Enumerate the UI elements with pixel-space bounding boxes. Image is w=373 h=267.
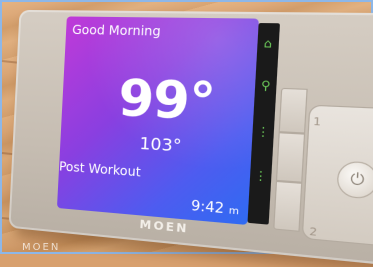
preset-button-middle[interactable] — [276, 132, 305, 183]
clock-time: 9:42 m — [191, 198, 240, 218]
preset-button-down[interactable] — [273, 181, 302, 232]
shower-head-icon[interactable]: ⌂ — [260, 32, 276, 57]
hand-shower-icon[interactable]: ⚲ — [258, 74, 274, 99]
body-spray-icon[interactable]: ⋮ — [255, 120, 271, 145]
preset-mode-label: Post Workout — [59, 159, 141, 179]
brand-logo: MOEN — [139, 217, 189, 235]
current-temperature: 99° — [117, 69, 216, 133]
digital-display[interactable]: Good Morning 99° 103° Post Workout 9:42 … — [57, 16, 259, 225]
button-label-one: 1 — [313, 116, 322, 129]
tub-spout-icon[interactable]: ⋮ — [253, 164, 268, 189]
target-temperature: 103° — [139, 133, 182, 156]
greeting-text: Good Morning — [72, 23, 161, 39]
button-label-two: 2 — [309, 226, 318, 239]
shower-control-panel: Good Morning 99° 103° Post Workout 9:42 … — [8, 10, 373, 267]
wood-wall-background: Good Morning 99° 103° Post Workout 9:42 … — [0, 0, 373, 254]
watermark-logo: MOEN — [22, 242, 60, 253]
preset-button-up[interactable] — [279, 88, 308, 134]
